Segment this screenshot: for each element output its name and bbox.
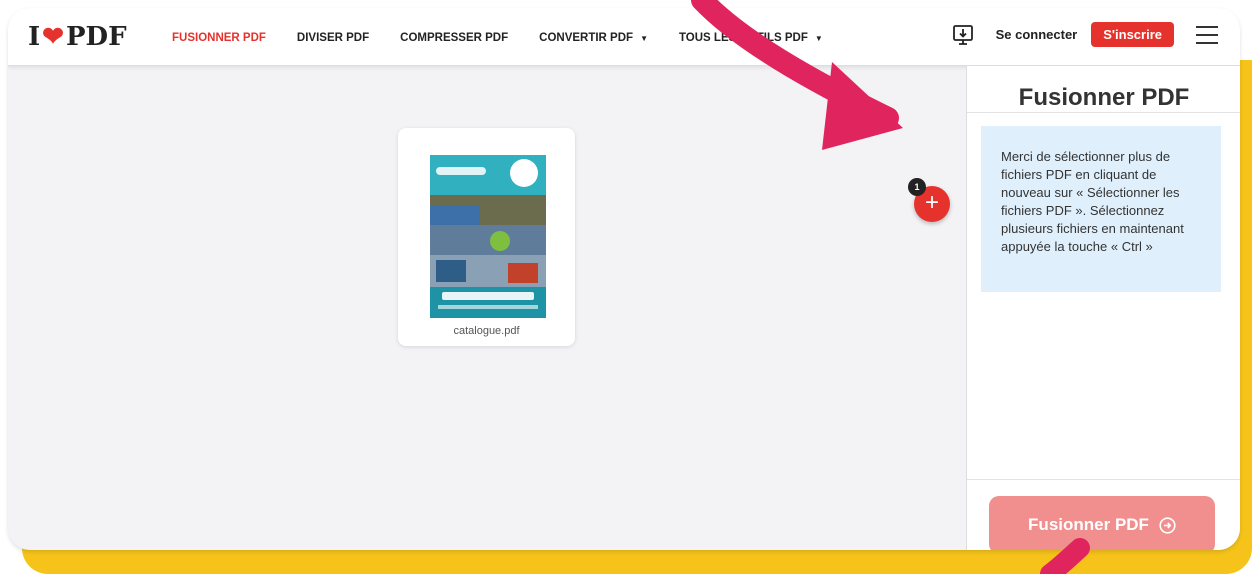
pdf-thumbnail [430, 155, 546, 318]
merge-pdf-button-label: Fusionner PDF [1028, 515, 1149, 534]
nav-all-tools[interactable]: TOUS LES OUTILS PDF ▼ [679, 32, 823, 44]
user-nav: Se connecter S'inscrire [952, 22, 1218, 47]
nav-all-tools-label: TOUS LES OUTILS PDF [678, 32, 808, 44]
arrow-right-circle-icon [1159, 516, 1176, 534]
chevron-down-icon: ▼ [640, 33, 648, 43]
main-nav: FUSIONNER PDF DIVISER PDF COMPRESSER PDF… [172, 32, 854, 44]
info-message: Merci de sélectionner plus de fichiers P… [981, 126, 1221, 292]
desktop-download-icon[interactable] [952, 24, 974, 46]
top-navbar: I ❤ PDF FUSIONNER PDF DIVISER PDF COMPRE… [8, 8, 1240, 66]
sidebar-bottom-divider [967, 479, 1240, 480]
sidebar-title: Fusionner PDF [1018, 84, 1190, 111]
nav-convert-pdf-label: CONVERTIR PDF [539, 32, 634, 44]
nav-merge-pdf[interactable]: FUSIONNER PDF [172, 32, 266, 44]
signup-button[interactable]: S'inscrire [1091, 22, 1174, 47]
nav-convert-pdf[interactable]: CONVERTIR PDF ▼ [539, 32, 648, 44]
file-name-label: catalogue.pdf [453, 325, 520, 337]
file-count-badge: 1 [908, 178, 926, 196]
app-window: I ❤ PDF FUSIONNER PDF DIVISER PDF COMPRE… [8, 8, 1240, 550]
ilovepdf-logo[interactable]: I ❤ PDF [28, 22, 127, 52]
file-workspace: catalogue.pdf + 1 [8, 66, 966, 550]
hamburger-menu-icon[interactable] [1196, 25, 1218, 44]
merge-pdf-button[interactable]: Fusionner PDF [989, 496, 1215, 550]
heart-icon: ❤ [42, 22, 64, 52]
nav-split-pdf[interactable]: DIVISER PDF [297, 32, 369, 44]
sidebar-divider [967, 112, 1240, 113]
merge-sidebar: Fusionner PDF Merci de sélectionner plus… [966, 66, 1240, 550]
login-link[interactable]: Se connecter [996, 27, 1078, 42]
chevron-down-icon: ▼ [814, 33, 823, 43]
nav-compress-pdf[interactable]: COMPRESSER PDF [400, 32, 508, 44]
logo-text-pdf: PDF [65, 22, 127, 52]
logo-letter-i: I [28, 22, 41, 52]
pdf-file-card[interactable]: catalogue.pdf [398, 128, 575, 346]
